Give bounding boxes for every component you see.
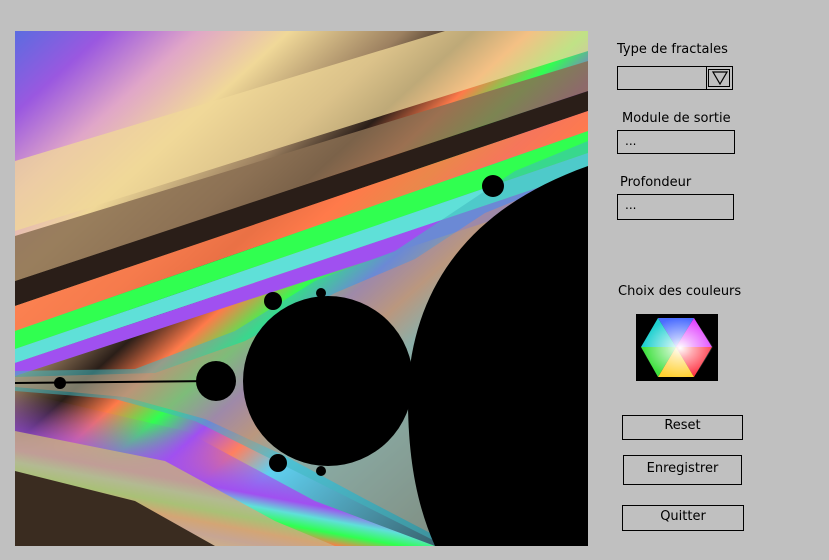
color-palette-icon[interactable] <box>636 314 718 381</box>
exit-modulus-label: Module de sortie <box>622 111 731 126</box>
depth-input[interactable]: ... <box>617 194 734 220</box>
mandelbrot-image <box>15 31 588 546</box>
exit-modulus-input[interactable]: ... <box>617 130 735 154</box>
fractal-type-select[interactable] <box>617 66 733 90</box>
fractal-type-value <box>618 67 706 89</box>
depth-label: Profondeur <box>620 175 692 190</box>
triangle-down-icon <box>712 71 728 85</box>
dropdown-arrow-button[interactable] <box>706 67 732 89</box>
color-hexagon-icon <box>640 317 713 378</box>
quit-button[interactable]: Quitter <box>622 505 744 531</box>
fractal-type-label: Type de fractales <box>617 42 728 57</box>
save-button[interactable]: Enregistrer <box>623 455 742 485</box>
fractal-canvas[interactable] <box>15 31 588 546</box>
colors-label: Choix des couleurs <box>618 284 742 299</box>
reset-button[interactable]: Reset <box>622 415 743 440</box>
